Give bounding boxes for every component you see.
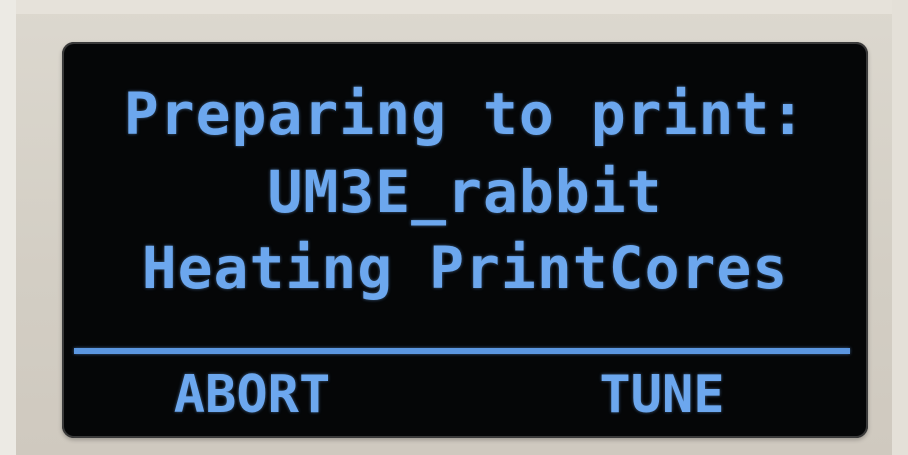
bezel-top-edge bbox=[0, 0, 908, 14]
bezel-left-edge bbox=[0, 0, 16, 455]
tune-button[interactable]: TUNE bbox=[532, 364, 792, 426]
printer-bezel: Preparing to print: UM3E_rabbit Heating … bbox=[0, 0, 908, 455]
progress-line: Heating PrintCores bbox=[141, 234, 789, 302]
job-name: UM3E_rabbit bbox=[267, 158, 663, 226]
lcd-screen: Preparing to print: UM3E_rabbit Heating … bbox=[62, 42, 868, 438]
status-line: Preparing to print: bbox=[123, 80, 807, 148]
abort-button[interactable]: ABORT bbox=[122, 364, 382, 426]
softkey-divider bbox=[74, 348, 850, 354]
bezel-right-edge bbox=[892, 0, 908, 455]
